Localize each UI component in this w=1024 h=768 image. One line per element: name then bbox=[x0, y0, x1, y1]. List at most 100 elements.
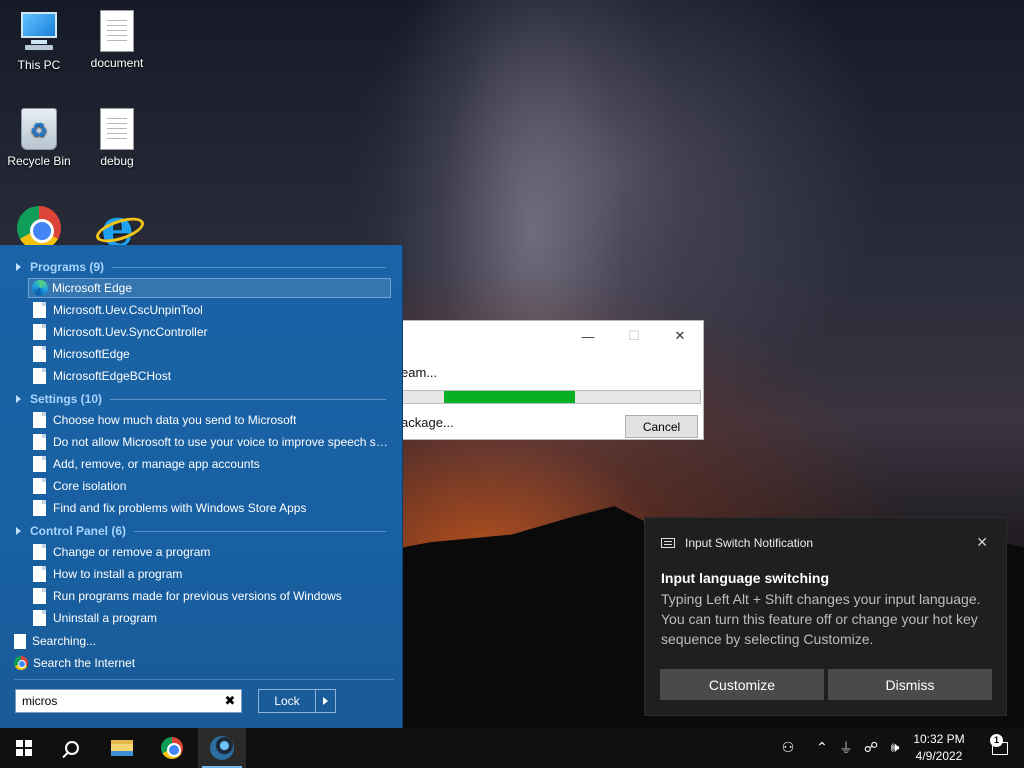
result-item[interactable]: Do not allow Microsoft to use your voice… bbox=[28, 432, 391, 452]
desktop-icon-label: document bbox=[90, 56, 144, 70]
maximize-button: ☐ bbox=[628, 328, 640, 343]
file-icon bbox=[33, 478, 46, 494]
file-icon bbox=[33, 302, 46, 318]
search-input-value[interactable]: micros bbox=[16, 694, 219, 708]
desktop-icon-label: This PC bbox=[17, 58, 61, 72]
desktop-icon-label: debug bbox=[100, 154, 134, 168]
taskbar-steam[interactable] bbox=[198, 728, 246, 768]
taskbar: ⚇ ⌃ ⏚ ☍ 🕪 10:32 PM 4/9/2022 1 bbox=[0, 728, 1024, 768]
clock-time: 10:32 PM bbox=[913, 732, 965, 746]
steam-icon bbox=[210, 736, 234, 760]
progress-bar bbox=[401, 390, 701, 404]
arrow-right-icon bbox=[323, 697, 328, 705]
expand-triangle-icon bbox=[16, 395, 21, 403]
keyboard-icon bbox=[661, 538, 675, 548]
close-button[interactable]: ✕ bbox=[657, 321, 703, 351]
taskbar-file-explorer[interactable] bbox=[98, 728, 146, 768]
group-header-programs[interactable]: Programs (9) bbox=[16, 257, 386, 277]
folder-icon bbox=[111, 740, 133, 756]
dialog-detail-text: ackage... bbox=[401, 415, 454, 430]
internet-explorer-icon bbox=[95, 198, 139, 259]
group-name: Settings (10) bbox=[30, 392, 103, 406]
desktop-icon-recycle-bin[interactable]: Recycle Bin bbox=[1, 108, 77, 168]
minimize-button[interactable]: — bbox=[565, 321, 611, 351]
file-icon bbox=[33, 588, 46, 604]
progress-bar-fill bbox=[443, 391, 575, 403]
result-microsoft-edge[interactable]: Microsoft Edge bbox=[28, 278, 391, 298]
file-icon bbox=[33, 500, 46, 516]
result-item[interactable]: Find and fix problems with Windows Store… bbox=[28, 498, 391, 518]
toast-body: Typing Left Alt + Shift changes your inp… bbox=[661, 591, 981, 647]
desktop-icon-debug[interactable]: debug bbox=[79, 108, 155, 168]
result-item[interactable]: MicrosoftEdgeBCHost bbox=[28, 366, 391, 386]
recycle-bin-icon bbox=[21, 108, 57, 150]
group-header-settings[interactable]: Settings (10) bbox=[16, 389, 386, 409]
group-name: Programs (9) bbox=[30, 260, 105, 274]
desktop-icon-label: Recycle Bin bbox=[7, 154, 71, 168]
result-item[interactable]: Microsoft.Uev.SyncController bbox=[28, 322, 391, 342]
taskbar-clock[interactable]: 10:32 PM 4/9/2022 bbox=[908, 731, 970, 765]
desktop-icon-document[interactable]: document bbox=[79, 10, 155, 70]
file-icon bbox=[33, 544, 46, 560]
input-switch-notification: Input Switch Notification ✕ Input langua… bbox=[644, 517, 1007, 716]
clock-date: 4/9/2022 bbox=[915, 749, 963, 763]
result-item[interactable]: Add, remove, or manage app accounts bbox=[28, 454, 391, 474]
file-icon bbox=[14, 633, 26, 649]
result-item[interactable]: Microsoft.Uev.CscUnpinTool bbox=[28, 300, 391, 320]
taskbar-search-button[interactable] bbox=[48, 728, 96, 768]
computer-icon bbox=[17, 10, 61, 54]
start-search-menu: Programs (9) Microsoft Edge Microsoft.Ue… bbox=[0, 245, 403, 728]
expand-triangle-icon bbox=[16, 263, 21, 271]
group-name: Control Panel (6) bbox=[30, 524, 127, 538]
dialog-status-text: eam... bbox=[401, 365, 438, 380]
desktop-icon-this-pc[interactable]: This PC bbox=[1, 10, 77, 72]
file-icon bbox=[33, 324, 46, 340]
power-icon[interactable]: ⏚ bbox=[836, 728, 856, 768]
expand-triangle-icon bbox=[16, 527, 21, 535]
toast-header: Input Switch Notification bbox=[661, 536, 813, 550]
action-center-button[interactable]: 1 bbox=[980, 728, 1020, 768]
cancel-button[interactable]: Cancel bbox=[625, 415, 698, 438]
document-icon bbox=[100, 108, 134, 150]
people-icon[interactable]: ⚇ bbox=[776, 728, 800, 768]
chrome-icon bbox=[161, 737, 183, 759]
file-icon bbox=[33, 346, 46, 362]
volume-icon[interactable]: 🕪 bbox=[884, 728, 906, 768]
progress-dialog: — ☐ ✕ eam... ackage... Cancel bbox=[400, 320, 704, 440]
document-icon bbox=[100, 10, 134, 52]
lock-options-button[interactable] bbox=[316, 697, 335, 705]
window-controls: — ☐ ✕ bbox=[565, 321, 703, 351]
group-header-control-panel[interactable]: Control Panel (6) bbox=[16, 521, 386, 541]
search-icon bbox=[65, 741, 79, 755]
customize-button[interactable]: Customize bbox=[660, 669, 824, 700]
file-icon bbox=[33, 412, 46, 428]
result-item[interactable]: Run programs made for previous versions … bbox=[28, 586, 391, 606]
clear-search-icon[interactable]: ✖ bbox=[219, 693, 241, 709]
result-item[interactable]: Uninstall a program bbox=[28, 608, 391, 628]
lock-button[interactable]: Lock bbox=[259, 690, 316, 712]
lock-button-group: Lock bbox=[258, 689, 336, 713]
search-input[interactable]: micros ✖ bbox=[15, 689, 242, 713]
file-icon bbox=[33, 368, 46, 384]
search-the-internet-link[interactable]: Search the Internet bbox=[14, 653, 135, 673]
searching-status: Searching... bbox=[14, 631, 96, 651]
result-item[interactable]: How to install a program bbox=[28, 564, 391, 584]
dismiss-button[interactable]: Dismiss bbox=[828, 669, 992, 700]
result-item[interactable]: Core isolation bbox=[28, 476, 391, 496]
result-item[interactable]: MicrosoftEdge bbox=[28, 344, 391, 364]
chrome-icon bbox=[14, 656, 28, 670]
show-hidden-icons-chevron-icon[interactable]: ⌃ bbox=[812, 728, 832, 768]
file-icon bbox=[33, 610, 46, 626]
file-icon bbox=[33, 434, 46, 450]
network-icon[interactable]: ☍ bbox=[860, 728, 882, 768]
toast-app-name: Input Switch Notification bbox=[685, 536, 814, 550]
result-item[interactable]: Change or remove a program bbox=[28, 542, 391, 562]
start-button[interactable] bbox=[0, 728, 48, 768]
result-item[interactable]: Choose how much data you send to Microso… bbox=[28, 410, 391, 430]
menu-divider bbox=[14, 679, 394, 680]
edge-icon bbox=[32, 280, 48, 296]
close-icon[interactable]: ✕ bbox=[976, 534, 988, 551]
chrome-icon bbox=[17, 206, 61, 250]
notification-count-badge: 1 bbox=[990, 734, 1003, 747]
taskbar-chrome[interactable] bbox=[148, 728, 196, 768]
